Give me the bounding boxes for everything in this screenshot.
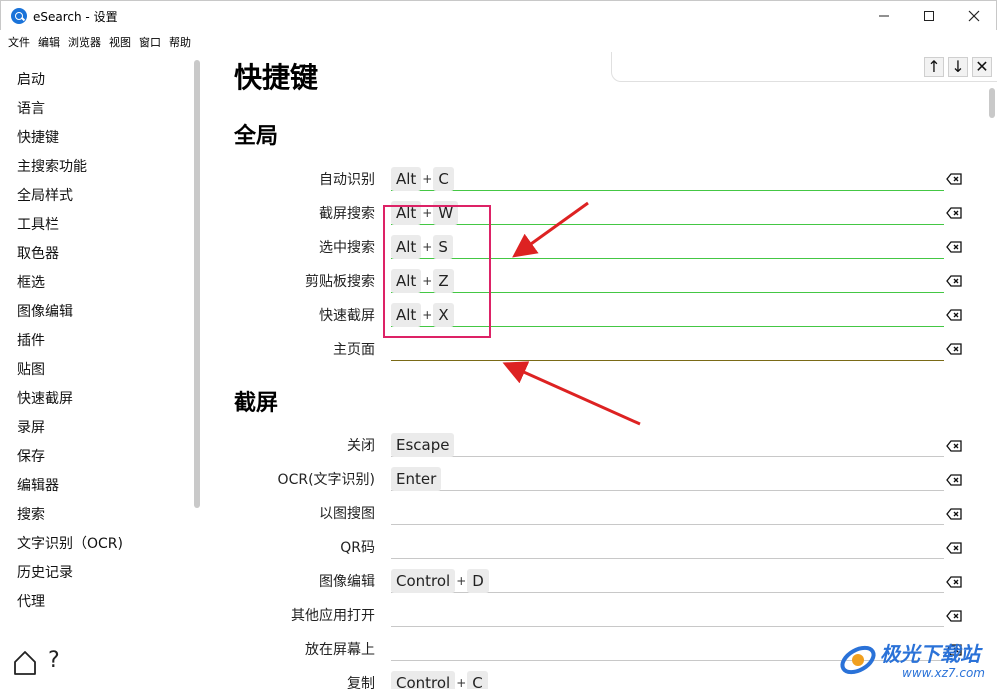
- clear-backspace-icon[interactable]: [946, 440, 962, 452]
- key-cap: C: [433, 167, 454, 191]
- watermark-logo-icon: [840, 645, 876, 675]
- find-bar: ↑ ↓ ✕: [611, 52, 997, 82]
- maximize-icon: [924, 11, 934, 21]
- sidebar-item-history[interactable]: 历史记录: [17, 562, 73, 582]
- home-icon[interactable]: [13, 650, 37, 676]
- clear-backspace-icon[interactable]: [946, 275, 962, 287]
- sidebar-item-language[interactable]: 语言: [17, 98, 45, 118]
- section-title-global: 全局: [234, 124, 279, 149]
- shortcut-field[interactable]: [391, 535, 944, 559]
- plus-sign: +: [422, 172, 433, 186]
- watermark-url: www.xz7.com: [902, 666, 985, 680]
- sidebar-item-quick-screenshot[interactable]: 快速截屏: [17, 388, 73, 408]
- key-cap: Escape: [391, 433, 455, 457]
- clear-backspace-icon[interactable]: [946, 474, 962, 486]
- close-icon: [968, 10, 980, 22]
- sidebar-item-toolbar[interactable]: 工具栏: [17, 214, 59, 234]
- sidebar-item-editor[interactable]: 编辑器: [17, 475, 59, 495]
- menu-browser[interactable]: 浏览器: [66, 30, 107, 52]
- watermark: 极光下载站 www.xz7.com: [838, 636, 994, 688]
- shortcut-label: 自动识别: [319, 172, 375, 188]
- shortcut-field[interactable]: [391, 603, 944, 627]
- shortcut-label: 复制: [347, 676, 375, 689]
- shortcut-label: 其他应用打开: [291, 608, 375, 624]
- clear-backspace-icon[interactable]: [946, 309, 962, 321]
- sidebar-item-ocr[interactable]: 文字识别（OCR): [17, 533, 123, 553]
- sidebar-scrollbar[interactable]: [194, 60, 200, 508]
- shortcut-label: 以图搜图: [319, 506, 375, 522]
- main-scrollbar[interactable]: [989, 88, 995, 118]
- sidebar-item-save[interactable]: 保存: [17, 446, 45, 466]
- sidebar-item-image-edit[interactable]: 图像编辑: [17, 301, 73, 321]
- shortcut-label: 图像编辑: [319, 574, 375, 590]
- sidebar-item-proxy[interactable]: 代理: [17, 591, 45, 611]
- sidebar-item-plugins[interactable]: 插件: [17, 330, 45, 350]
- shortcut-field[interactable]: Alt + C: [391, 167, 944, 191]
- shortcut-label: 放在屏幕上: [305, 642, 375, 658]
- shortcut-label: 截屏搜索: [319, 206, 375, 222]
- sidebar-item-record[interactable]: 录屏: [17, 417, 45, 437]
- key-cap: Enter: [391, 467, 442, 491]
- clear-backspace-icon[interactable]: [946, 173, 962, 185]
- shortcut-field[interactable]: Escape: [391, 433, 944, 457]
- shortcut-field[interactable]: Enter: [391, 467, 944, 491]
- sidebar-item-shortcuts[interactable]: 快捷键: [17, 127, 59, 147]
- title-bar: eSearch - 设置: [0, 0, 997, 30]
- shortcut-field[interactable]: [391, 501, 944, 525]
- close-window-button[interactable]: [951, 1, 997, 31]
- shortcut-label: 剪贴板搜索: [305, 274, 375, 290]
- sidebar-item-search[interactable]: 搜索: [17, 504, 45, 524]
- shortcut-label: 选中搜索: [319, 240, 375, 256]
- menu-bar: 文件 编辑 浏览器 视图 窗口 帮助: [0, 30, 997, 52]
- annotation-highlight-box: [383, 205, 491, 338]
- find-close-button[interactable]: ✕: [972, 57, 992, 77]
- shortcut-label: QR码: [340, 540, 375, 556]
- minimize-icon: [879, 15, 889, 17]
- key-cap: Control: [391, 671, 456, 689]
- shortcut-label: OCR(文字识别): [277, 472, 375, 488]
- clear-backspace-icon[interactable]: [946, 576, 962, 588]
- clear-backspace-icon[interactable]: [946, 207, 962, 219]
- key-cap: C: [467, 671, 488, 689]
- page-title: 快捷键: [234, 61, 319, 94]
- clear-backspace-icon[interactable]: [946, 508, 962, 520]
- sidebar-item-startup[interactable]: 启动: [17, 69, 45, 89]
- shortcut-label: 快速截屏: [319, 308, 375, 324]
- clear-backspace-icon[interactable]: [946, 542, 962, 554]
- annotation-arrow: [502, 361, 641, 426]
- app-search-icon: [11, 8, 27, 24]
- key-cap: D: [467, 569, 489, 593]
- key-cap: Alt: [391, 167, 422, 191]
- plus-sign: +: [456, 574, 467, 588]
- menu-window[interactable]: 窗口: [137, 30, 167, 52]
- find-next-button[interactable]: ↓: [948, 57, 968, 77]
- sidebar-item-main-search[interactable]: 主搜索功能: [17, 156, 87, 176]
- sidebar-item-frame-select[interactable]: 框选: [17, 272, 45, 292]
- clear-backspace-icon[interactable]: [946, 610, 962, 622]
- clear-backspace-icon[interactable]: [946, 241, 962, 253]
- menu-edit[interactable]: 编辑: [36, 30, 66, 52]
- shortcut-label: 关闭: [347, 438, 375, 454]
- sidebar-item-pin[interactable]: 贴图: [17, 359, 45, 379]
- sidebar-item-global-style[interactable]: 全局样式: [17, 185, 73, 205]
- watermark-text: 极光下载站: [880, 642, 980, 666]
- menu-help[interactable]: 帮助: [167, 30, 197, 52]
- menu-file[interactable]: 文件: [6, 30, 36, 52]
- menu-view[interactable]: 视图: [107, 30, 137, 52]
- sidebar-item-color-picker[interactable]: 取色器: [17, 243, 59, 263]
- shortcut-field[interactable]: [391, 337, 944, 361]
- clear-backspace-icon[interactable]: [946, 343, 962, 355]
- key-cap: Control: [391, 569, 456, 593]
- window-title: eSearch - 设置: [33, 10, 118, 24]
- shortcut-label: 主页面: [333, 342, 375, 358]
- minimize-button[interactable]: [861, 1, 907, 31]
- find-prev-button[interactable]: ↑: [924, 57, 944, 77]
- shortcut-field[interactable]: Control + D: [391, 569, 944, 593]
- help-icon[interactable]: ?: [48, 648, 60, 673]
- maximize-button[interactable]: [906, 1, 952, 31]
- plus-sign: +: [456, 676, 467, 689]
- section-title-screenshot: 截屏: [234, 391, 279, 416]
